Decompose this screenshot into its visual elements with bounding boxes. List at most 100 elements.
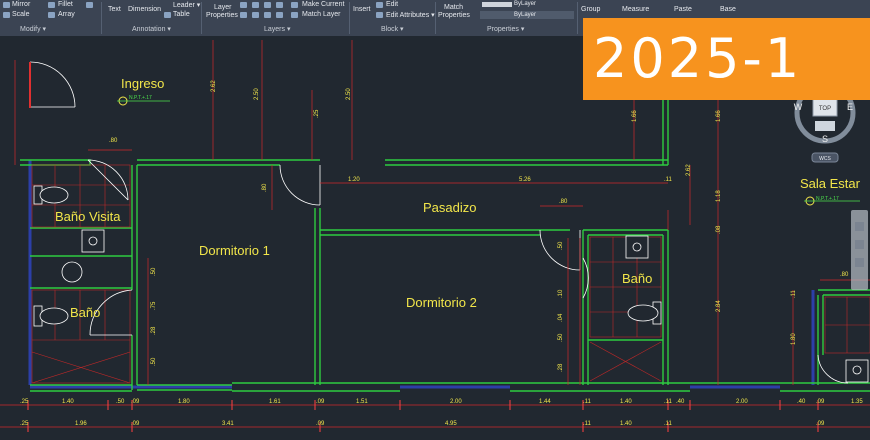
scale-icon[interactable] <box>3 12 10 18</box>
room-label-pasadizo: Pasadizo <box>423 200 476 215</box>
match-layer-button[interactable]: Match Layer <box>302 11 341 18</box>
dim-text: .10 <box>558 289 564 298</box>
room-label-bano: Baño <box>70 305 100 320</box>
layer-properties-label: Properties <box>206 12 238 19</box>
viewcube-south[interactable]: S <box>822 134 828 144</box>
dim-text: 1.40 <box>620 421 632 427</box>
dim-text: .50 <box>116 399 125 405</box>
measure-button[interactable]: Measure <box>622 6 649 13</box>
dim-text: .80 <box>109 138 118 144</box>
base-button[interactable]: Base <box>720 6 736 13</box>
match-layer-icon[interactable] <box>291 12 298 18</box>
paste-button[interactable]: Paste <box>674 6 692 13</box>
annotation-panel-label[interactable]: Annotation ▾ <box>132 25 171 33</box>
table-icon[interactable] <box>164 12 171 18</box>
layer-icon[interactable] <box>240 2 247 8</box>
edit-icon[interactable] <box>376 2 383 8</box>
dim-text: .25 <box>20 421 29 427</box>
dim-text: .11 <box>583 421 592 427</box>
dim-text: .25 <box>20 399 29 405</box>
dim-text: 3.41 <box>222 421 234 427</box>
insert-button[interactable]: Insert <box>353 6 371 13</box>
block-panel-label[interactable]: Block ▾ <box>381 25 404 33</box>
group-button[interactable]: Group <box>581 6 600 13</box>
lineweight-select[interactable]: ByLayer <box>480 0 574 8</box>
array-button[interactable]: Array <box>58 11 75 18</box>
year-banner: 2025-1 <box>583 18 870 100</box>
edit-attributes-button[interactable]: Edit Attributes ▾ <box>386 11 435 19</box>
layer-icon[interactable] <box>276 2 283 8</box>
linetype-select[interactable]: ByLayer <box>480 11 574 19</box>
dim-text: .40 <box>797 399 806 405</box>
viewcube-west[interactable]: W <box>794 102 803 112</box>
pan-icon[interactable] <box>855 222 864 231</box>
properties-panel-label[interactable]: Properties ▾ <box>487 25 524 33</box>
viewcube-east[interactable]: E <box>847 102 853 112</box>
dim-text: 5.26 <box>519 177 531 183</box>
room-label-dormitorio-2: Dormitorio 2 <box>406 295 477 310</box>
fillet-icon[interactable] <box>48 2 55 8</box>
copy-icon[interactable] <box>86 2 93 8</box>
text-button[interactable]: Text <box>108 6 121 13</box>
dim-text: .09 <box>316 399 325 405</box>
dim-text: 4.95 <box>445 421 457 427</box>
dim-text: 1.35 <box>851 399 863 405</box>
layer-properties-button[interactable]: Layer <box>214 4 232 11</box>
dim-text: .09 <box>316 421 325 427</box>
make-current-button[interactable]: Make Current <box>302 1 344 8</box>
layer-icon[interactable] <box>264 2 271 8</box>
dim-text: .09 <box>816 399 825 405</box>
dim-text: 1.40 <box>620 399 632 405</box>
dim-text: 1.51 <box>356 399 368 405</box>
dim-text: .50 <box>151 357 157 366</box>
match-properties-button[interactable]: Match <box>444 4 463 11</box>
dim-text: .28 <box>558 363 564 372</box>
zoom-icon[interactable] <box>855 240 864 249</box>
divider <box>101 2 102 34</box>
viewcube-top[interactable]: TOP <box>819 106 831 112</box>
dim-text: .40 <box>676 399 685 405</box>
dim-text: .11 <box>664 399 673 405</box>
room-label-ingreso: Ingreso <box>121 76 164 91</box>
dim-text: 1.66 <box>716 110 722 122</box>
dim-text: .09 <box>131 421 140 427</box>
layer-icon[interactable] <box>276 12 283 18</box>
navigation-bar[interactable] <box>851 210 868 290</box>
dim-text: 1.44 <box>539 399 551 405</box>
dim-text: 1.40 <box>62 399 74 405</box>
dim-text: .50 <box>558 333 564 342</box>
dim-text: .04 <box>558 313 564 322</box>
dim-text: .50 <box>558 241 564 250</box>
dim-text: 1.20 <box>348 177 360 183</box>
make-current-icon[interactable] <box>291 2 298 8</box>
dimension-button[interactable]: Dimension <box>128 6 161 13</box>
edit-attributes-icon[interactable] <box>376 12 383 18</box>
dim-text: .11 <box>791 289 797 298</box>
divider <box>349 2 350 34</box>
dim-text: 2.00 <box>736 399 748 405</box>
scale-button[interactable]: Scale <box>12 11 30 18</box>
modify-panel-label[interactable]: Modify ▾ <box>20 25 46 33</box>
mirror-icon[interactable] <box>3 2 10 8</box>
leader-button[interactable]: Leader ▾ <box>173 1 200 9</box>
dim-text: 2.84 <box>716 300 722 312</box>
level-label-ingreso: N.P.T.+.17 <box>129 95 152 101</box>
table-button[interactable]: Table <box>173 11 190 18</box>
layer-icon[interactable] <box>240 12 247 18</box>
mirror-button[interactable]: Mirror <box>12 1 30 8</box>
edit-button[interactable]: Edit <box>386 1 398 8</box>
fillet-button[interactable]: Fillet <box>58 1 73 8</box>
array-icon[interactable] <box>48 12 55 18</box>
layers-panel-label[interactable]: Layers ▾ <box>264 25 290 33</box>
layer-icon[interactable] <box>252 12 259 18</box>
dim-text: 1.61 <box>269 399 281 405</box>
dim-text: 2.50 <box>346 88 352 100</box>
dim-text: .50 <box>151 267 157 276</box>
dim-text: .80 <box>840 272 849 278</box>
dim-text: .09 <box>131 399 140 405</box>
layer-icon[interactable] <box>252 2 259 8</box>
layer-icon[interactable] <box>264 12 271 18</box>
dim-text: .11 <box>664 177 673 183</box>
orbit-icon[interactable] <box>855 258 864 267</box>
wcs-menu[interactable]: WCS <box>819 156 831 162</box>
